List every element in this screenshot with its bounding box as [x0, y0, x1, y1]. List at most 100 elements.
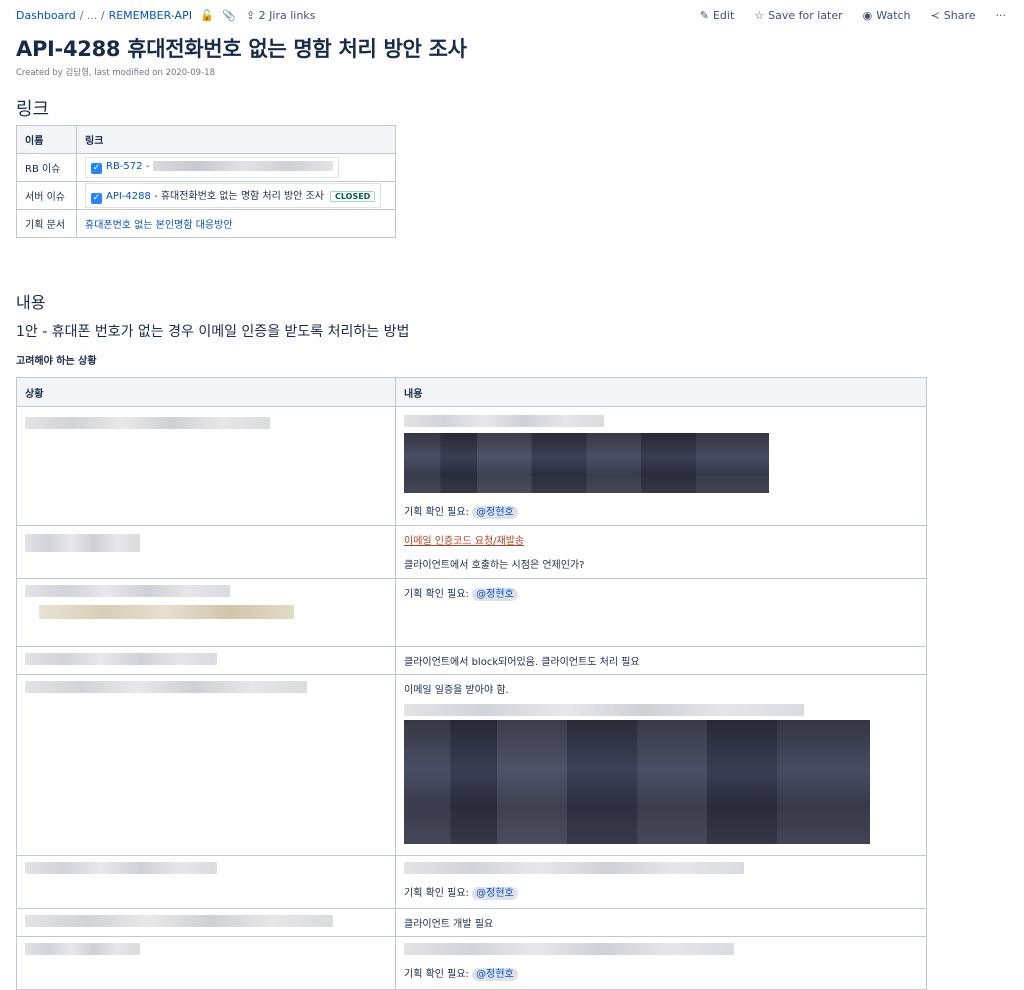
table-row: RB 이슈 ✓ RB-572 -	[16, 153, 396, 182]
redacted-text	[25, 585, 230, 597]
table-row: 기획 확인 필요: @정현호	[16, 406, 927, 526]
content-cell: 이메일 인증코드 요청/재발송 클라이언트에서 호출하는 시점은 언제인가?	[395, 525, 927, 579]
table-row: 기획 확인 필요: @정현호	[16, 855, 927, 909]
more-actions-button[interactable]: ···	[996, 9, 1007, 22]
page-actions: ✎ Edit ☆ Save for later ◉ Watch ≺ Share ···	[700, 9, 1006, 22]
content-cell: 기획 확인 필요: @정현호	[395, 578, 927, 647]
share-label: Share	[943, 9, 976, 22]
link-row-name: RB 이슈	[16, 153, 77, 182]
watch-button[interactable]: ◉ Watch	[863, 9, 911, 22]
situation-cell	[16, 646, 396, 675]
table-row: 기획 확인 필요: @정현호	[16, 936, 927, 990]
check-note: 기획 확인 필요: @정현호	[404, 965, 918, 981]
breadcrumb-dashboard[interactable]: Dashboard	[16, 9, 76, 22]
share-button[interactable]: ≺ Share	[931, 9, 976, 22]
check-note: 기획 확인 필요: @정현호	[404, 884, 918, 900]
content-cell: 이메일 일증을 받아야 함.	[395, 674, 927, 856]
jira-issue-sep: -	[142, 161, 150, 172]
situation-cell	[16, 525, 396, 579]
pencil-icon: ✎	[699, 9, 709, 22]
jira-links[interactable]: ⇪ 2 Jira links	[246, 9, 315, 22]
save-for-later-button[interactable]: ☆ Save for later	[754, 9, 842, 22]
link-row-value: ✓ API-4288 - 휴대전화번호 없는 명함 처리 방안 조사 CLOSED	[76, 181, 396, 210]
check-label: 기획 확인 필요:	[404, 969, 469, 980]
user-mention[interactable]: @정현호	[472, 588, 518, 601]
situation-cell	[16, 406, 396, 526]
check-note: 기획 확인 필요: @정현호	[404, 503, 918, 519]
link-row-value: ✓ RB-572 -	[76, 153, 396, 182]
redacted-screenshot	[404, 433, 769, 493]
redacted-text	[25, 862, 217, 874]
content-cell: 기획 확인 필요: @정현호	[395, 936, 927, 990]
check-label: 기획 확인 필요:	[404, 589, 469, 600]
jira-issue-macro[interactable]: ✓ API-4288 - 휴대전화번호 없는 명함 처리 방안 조사 CLOSED	[85, 183, 382, 208]
page-title: API-4288 휴대전화번호 없는 명함 처리 방안 조사	[16, 37, 467, 61]
table-row: 이메일 인증코드 요청/재발송 클라이언트에서 호출하는 시점은 언제인가?	[16, 525, 927, 579]
check-label: 기획 확인 필요:	[404, 888, 469, 899]
jira-task-icon: ✓	[91, 163, 102, 174]
table-row: 클라이언트 개발 필요	[16, 908, 927, 937]
content-heading: 내용	[16, 293, 46, 312]
table-row: 클라이언트에서 block되어있음. 클라이언트도 처리 필요	[16, 646, 927, 675]
situations-header-situation: 상황	[16, 377, 396, 407]
breadcrumb-ellipsis[interactable]: / ... /	[80, 9, 105, 22]
content-cell: 클라이언트 개발 필요	[395, 908, 927, 937]
redacted-text	[404, 943, 734, 955]
restrictions-icon[interactable]: 🔓	[200, 9, 214, 22]
redacted-screenshot	[404, 720, 870, 844]
redacted-text	[25, 915, 333, 927]
situation-cell	[16, 855, 396, 909]
breadcrumb: Dashboard / ... / REMEMBER-API 🔓 📎 ⇪ 2 J…	[16, 9, 315, 22]
user-mention[interactable]: @정현호	[472, 506, 518, 519]
breadcrumb-space[interactable]: REMEMBER-API	[109, 9, 192, 22]
link-row-name: 기획 문서	[16, 209, 77, 238]
redacted-text	[25, 681, 307, 693]
user-mention[interactable]: @정현호	[472, 968, 518, 981]
status-badge: CLOSED	[329, 191, 376, 202]
jira-task-icon: ✓	[91, 193, 102, 204]
star-icon: ☆	[754, 9, 765, 22]
redacted-text	[39, 605, 294, 619]
plan-heading: 1안 - 휴대폰 번호가 없는 경우 이메일 인증을 받도록 처리하는 방법	[16, 324, 410, 340]
jira-issue-summary: - 휴대전화번호 없는 명함 처리 방안 조사	[150, 191, 324, 202]
share-icon: ≺	[930, 9, 940, 22]
situation-cell	[16, 674, 396, 856]
content-cell: 클라이언트에서 block되어있음. 클라이언트도 처리 필요	[395, 646, 927, 675]
eye-icon: ◉	[862, 9, 873, 22]
user-mention[interactable]: @정현호	[472, 887, 518, 900]
jira-icon: ⇪	[245, 9, 256, 22]
table-row: 기획 문서 휴대폰번호 없는 본인명함 대응방안	[16, 209, 396, 238]
redacted-text	[25, 943, 140, 955]
redacted-text	[404, 704, 804, 716]
link-row-value: 휴대폰번호 없는 본인명함 대응방안	[76, 209, 396, 238]
situations-table: 상황 내용 기획 확인 필요: @정현호 이메일 인증코드 요청/재발송 클라이…	[16, 377, 927, 990]
table-row: 이메일 일증을 받아야 함.	[16, 674, 927, 856]
row-note: 클라이언트에서 호출하는 시점은 언제인가?	[404, 560, 585, 571]
situation-cell	[16, 578, 396, 647]
redacted-text	[25, 417, 270, 429]
top-bar: Dashboard / ... / REMEMBER-API 🔓 📎 ⇪ 2 J…	[0, 0, 1024, 32]
situation-cell	[16, 936, 396, 990]
content-cell: 기획 확인 필요: @정현호	[395, 855, 927, 909]
jira-issue-key[interactable]: RB-572	[106, 161, 143, 172]
jira-issue-key[interactable]: API-4288	[106, 191, 151, 202]
redacted-text	[25, 653, 217, 665]
redacted-text	[404, 862, 744, 874]
jira-issue-macro[interactable]: ✓ RB-572 -	[85, 157, 339, 178]
links-header-link: 링크	[76, 125, 396, 154]
edit-button[interactable]: ✎ Edit	[700, 9, 735, 22]
edit-label: Edit	[712, 9, 735, 22]
attachment-icon[interactable]: 📎	[222, 9, 236, 22]
situations-heading: 고려해야 하는 상황	[16, 356, 97, 367]
check-note: 기획 확인 필요: @정현호	[404, 585, 918, 601]
jira-links-label: 2 Jira links	[258, 9, 316, 22]
links-heading: 링크	[16, 99, 50, 120]
api-doc-link[interactable]: 이메일 인증코드 요청/재발송	[404, 536, 524, 547]
row-note: 이메일 일증을 받아야 함.	[404, 685, 509, 696]
planning-doc-link[interactable]: 휴대폰번호 없는 본인명함 대응방안	[85, 220, 233, 231]
check-label: 기획 확인 필요:	[404, 507, 469, 518]
link-row-name: 서버 이슈	[16, 181, 77, 210]
table-row: 기획 확인 필요: @정현호	[16, 578, 927, 647]
content-cell: 기획 확인 필요: @정현호	[395, 406, 927, 526]
save-for-later-label: Save for later	[768, 9, 843, 22]
